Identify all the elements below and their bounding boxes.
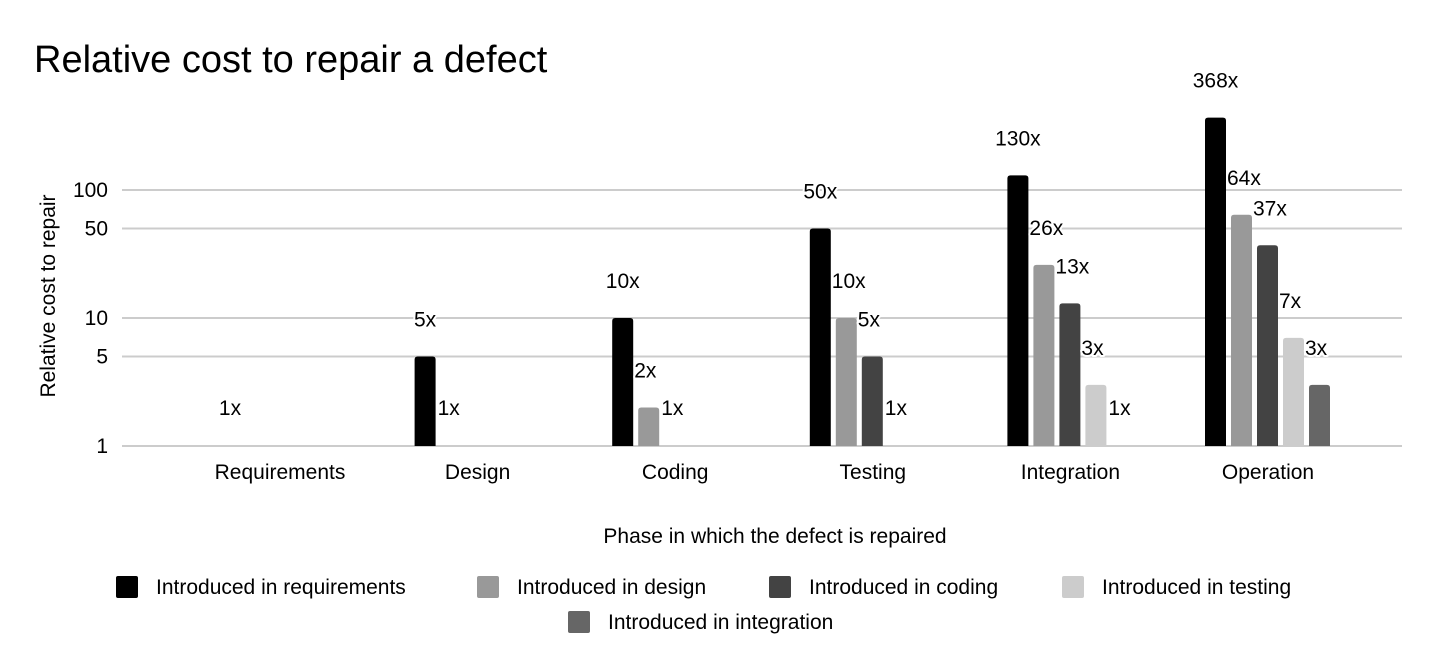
y-tick-label: 1 bbox=[96, 435, 108, 458]
bars bbox=[414, 117, 1330, 447]
y-tick-label: 5 bbox=[96, 346, 108, 369]
y-tick-label: 100 bbox=[73, 179, 108, 202]
bar bbox=[1257, 245, 1278, 446]
legend-swatch bbox=[477, 576, 499, 598]
legend: Introduced in requirements Introduced in … bbox=[116, 576, 1291, 634]
data-label: 2x bbox=[634, 359, 657, 382]
bar bbox=[809, 228, 831, 446]
data-label: 1x bbox=[219, 397, 242, 420]
legend-item: Introduced in requirements bbox=[116, 576, 406, 599]
data-label: 3x bbox=[1305, 337, 1328, 360]
y-tick-label: 50 bbox=[85, 218, 108, 241]
legend-label: Introduced in design bbox=[517, 576, 706, 599]
x-tick-label: Requirements bbox=[215, 461, 346, 484]
bar bbox=[1085, 384, 1107, 446]
bar bbox=[861, 356, 883, 446]
bar bbox=[1309, 384, 1330, 446]
x-tick-label: Operation bbox=[1222, 461, 1314, 484]
data-label: 368x bbox=[1193, 70, 1239, 93]
data-label: 5x bbox=[414, 309, 437, 332]
bar bbox=[1059, 303, 1081, 446]
data-label: 10x bbox=[606, 270, 640, 293]
y-axis-label: Relative cost to repair bbox=[37, 194, 60, 397]
bar bbox=[612, 318, 634, 446]
data-label: 13x bbox=[1055, 255, 1089, 278]
bar bbox=[1283, 337, 1304, 446]
bar bbox=[1007, 175, 1029, 446]
data-label: 1x bbox=[1108, 397, 1131, 420]
legend-label: Introduced in coding bbox=[809, 576, 998, 599]
data-labels: 1x5x1x10x2x1x50x10x5x1x130x26x13x3x1x368… bbox=[217, 68, 1330, 422]
legend-swatch bbox=[568, 611, 590, 633]
legend-swatch bbox=[1062, 576, 1084, 598]
legend-label: Introduced in requirements bbox=[156, 576, 406, 599]
bar bbox=[1033, 264, 1055, 446]
legend-swatch bbox=[116, 576, 138, 598]
x-tick-label: Integration bbox=[1021, 461, 1120, 484]
x-tick-label: Design bbox=[445, 461, 510, 484]
data-label: 64x bbox=[1227, 167, 1261, 190]
legend-label: Introduced in testing bbox=[1102, 576, 1291, 599]
data-label: 26x bbox=[1029, 217, 1063, 240]
bar bbox=[638, 407, 660, 446]
bar bbox=[414, 356, 436, 446]
data-label: 10x bbox=[832, 270, 866, 293]
legend-item: Introduced in design bbox=[477, 576, 706, 599]
data-label: 3x bbox=[1081, 337, 1104, 360]
legend-swatch bbox=[769, 576, 791, 598]
bar bbox=[1205, 117, 1226, 447]
chart-title: Relative cost to repair a defect bbox=[34, 39, 548, 81]
data-label: 1x bbox=[661, 397, 684, 420]
data-label: 1x bbox=[885, 397, 908, 420]
y-axis-ticks: 1 5 10 50 100 bbox=[73, 179, 108, 458]
x-tick-label: Testing bbox=[840, 461, 907, 484]
x-axis-label: Phase in which the defect is repaired bbox=[603, 525, 946, 548]
y-tick-label: 10 bbox=[85, 307, 108, 330]
data-label: 7x bbox=[1279, 290, 1302, 313]
data-label: 50x bbox=[803, 181, 837, 204]
bar bbox=[1231, 214, 1252, 446]
data-label: 1x bbox=[438, 397, 461, 420]
legend-item: Introduced in integration bbox=[568, 611, 833, 634]
legend-item: Introduced in coding bbox=[769, 576, 998, 599]
bar-chart: Relative cost to repair a defect 1510501… bbox=[34, 39, 1402, 634]
x-axis-ticks: Requirements Design Coding Testing Integrati… bbox=[215, 461, 1314, 484]
data-label: 5x bbox=[858, 309, 881, 332]
data-label: 37x bbox=[1253, 197, 1287, 220]
bar bbox=[835, 318, 857, 446]
x-tick-label: Coding bbox=[642, 461, 709, 484]
legend-label: Introduced in integration bbox=[608, 611, 833, 634]
legend-item: Introduced in testing bbox=[1062, 576, 1291, 599]
data-label: 130x bbox=[995, 127, 1041, 150]
